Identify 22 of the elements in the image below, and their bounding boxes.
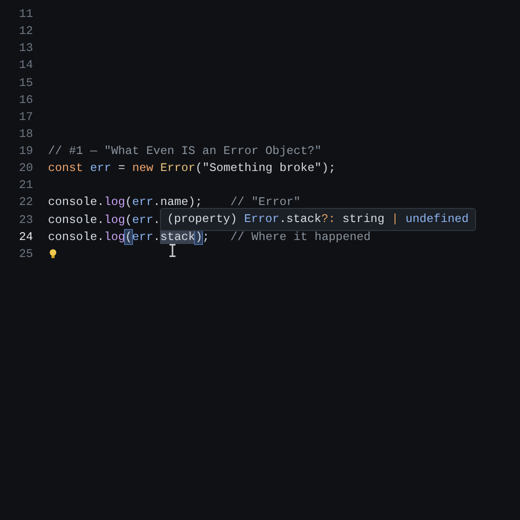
line-number: 24 (18, 228, 33, 246)
line-number: 11 (18, 6, 33, 23)
code-line: // #1 — "What Even IS an Error Object?" (48, 143, 322, 160)
line-number: 18 (18, 126, 33, 143)
line-number: 22 (18, 194, 33, 212)
line-number: 17 (18, 108, 33, 126)
code-line: console.log(err.stack); // Where it happened (48, 228, 371, 246)
line-number: 20 (18, 160, 33, 178)
line-number: 16 (18, 92, 33, 109)
line-number: 19 (18, 143, 33, 160)
text-cursor-icon (169, 244, 176, 257)
line-number: 15 (18, 74, 33, 92)
line-number: 13 (18, 40, 33, 58)
line-number: 21 (18, 177, 33, 194)
line-number: 12 (18, 23, 33, 40)
code-line: const err = new Error("Something broke"); (48, 160, 336, 178)
lightbulb-icon[interactable] (49, 249, 57, 260)
line-number: 25 (18, 246, 33, 263)
hover-tooltip: (property) Error.stack?: string | undefined (160, 208, 476, 232)
line-number: 23 (18, 212, 33, 228)
code-line: console.log(err. (48, 212, 160, 228)
line-number: 14 (18, 57, 33, 74)
